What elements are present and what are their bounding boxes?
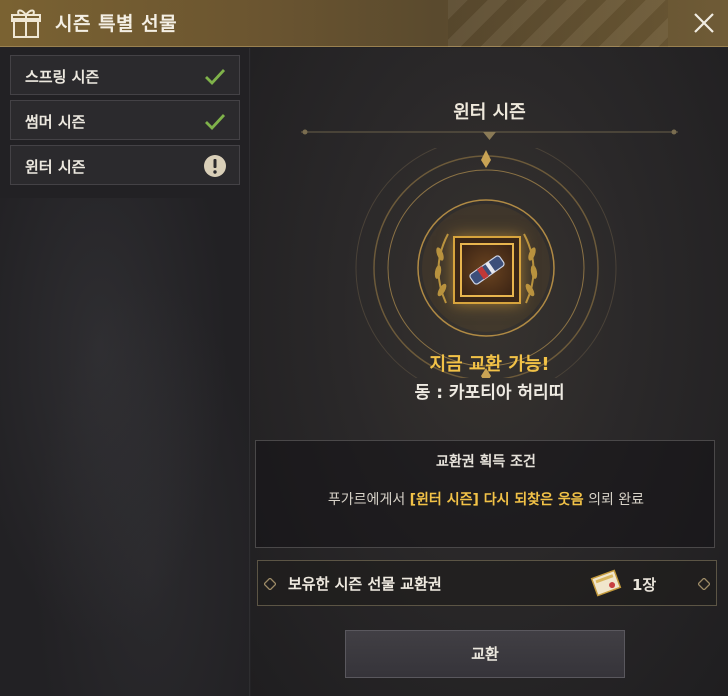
belt-icon <box>469 255 505 285</box>
reward-name: 동 : 카포티아 허리띠 <box>414 383 565 403</box>
season-sidebar: 스프링 시즌 썸머 시즌 윈터 시즌 <box>0 48 250 696</box>
season-detail-panel: 윈터 시즌 지금 교환 가능! 동: 카포티아 허리띠 교환권 획득 조건 푸… <box>251 48 728 696</box>
exchange-available-text: 지금 교환 가능! <box>429 354 550 375</box>
ticket-count: 1장 <box>632 576 657 594</box>
reward-item-slot[interactable] <box>453 236 521 304</box>
condition-title: 교환권 획득 조건 <box>436 454 536 470</box>
season-title: 윈터 시즌 <box>453 102 526 123</box>
exclamation-icon <box>204 155 226 177</box>
title-bar: 시즌 특별 선물 <box>0 0 728 47</box>
condition-prefix: 푸가르에게서 <box>327 492 406 508</box>
sidebar-background-art <box>0 198 250 696</box>
ticket-row: 보유한 시즌 선물 교환권 1장 <box>257 560 717 606</box>
sidebar-item-label: 썸머 시즌 <box>25 113 86 131</box>
gift-icon <box>11 9 41 38</box>
window-title: 시즌 특별 선물 <box>55 13 178 35</box>
diamond-ornament-icon <box>264 578 276 590</box>
condition-box: 교환권 획득 조건 푸가르에게서 [윈터 시즌] 다시 되찾은 웃음 의뢰 완료 <box>255 440 715 548</box>
condition-text: 푸가르에게서 [윈터 시즌] 다시 되찾은 웃음 의뢰 완료 <box>256 489 716 509</box>
voucher-ticket-icon <box>590 569 622 597</box>
sidebar-item-summer[interactable]: 썸머 시즌 <box>10 100 240 140</box>
check-icon <box>205 69 226 86</box>
season-gift-window: 시즌 특별 선물 스프링 시즌 썸머 시즌 윈터 시즌 윈터 시즌 지금 교환 … <box>0 0 728 696</box>
ticket-label: 보유한 시즌 선물 교환권 <box>288 575 442 593</box>
exchange-button[interactable]: 교환 <box>345 630 625 678</box>
sidebar-item-label: 윈터 시즌 <box>25 158 86 176</box>
condition-quest-name: [윈터 시즌] 다시 되찾은 웃음 <box>409 492 584 508</box>
condition-suffix: 의뢰 완료 <box>588 492 645 508</box>
check-icon <box>205 114 226 131</box>
sidebar-item-label: 스프링 시즌 <box>25 68 100 86</box>
sidebar-item-spring[interactable]: 스프링 시즌 <box>10 55 240 95</box>
diamond-ornament-icon <box>698 578 710 590</box>
close-icon[interactable] <box>690 9 718 37</box>
sidebar-item-winter[interactable]: 윈터 시즌 <box>10 145 240 185</box>
